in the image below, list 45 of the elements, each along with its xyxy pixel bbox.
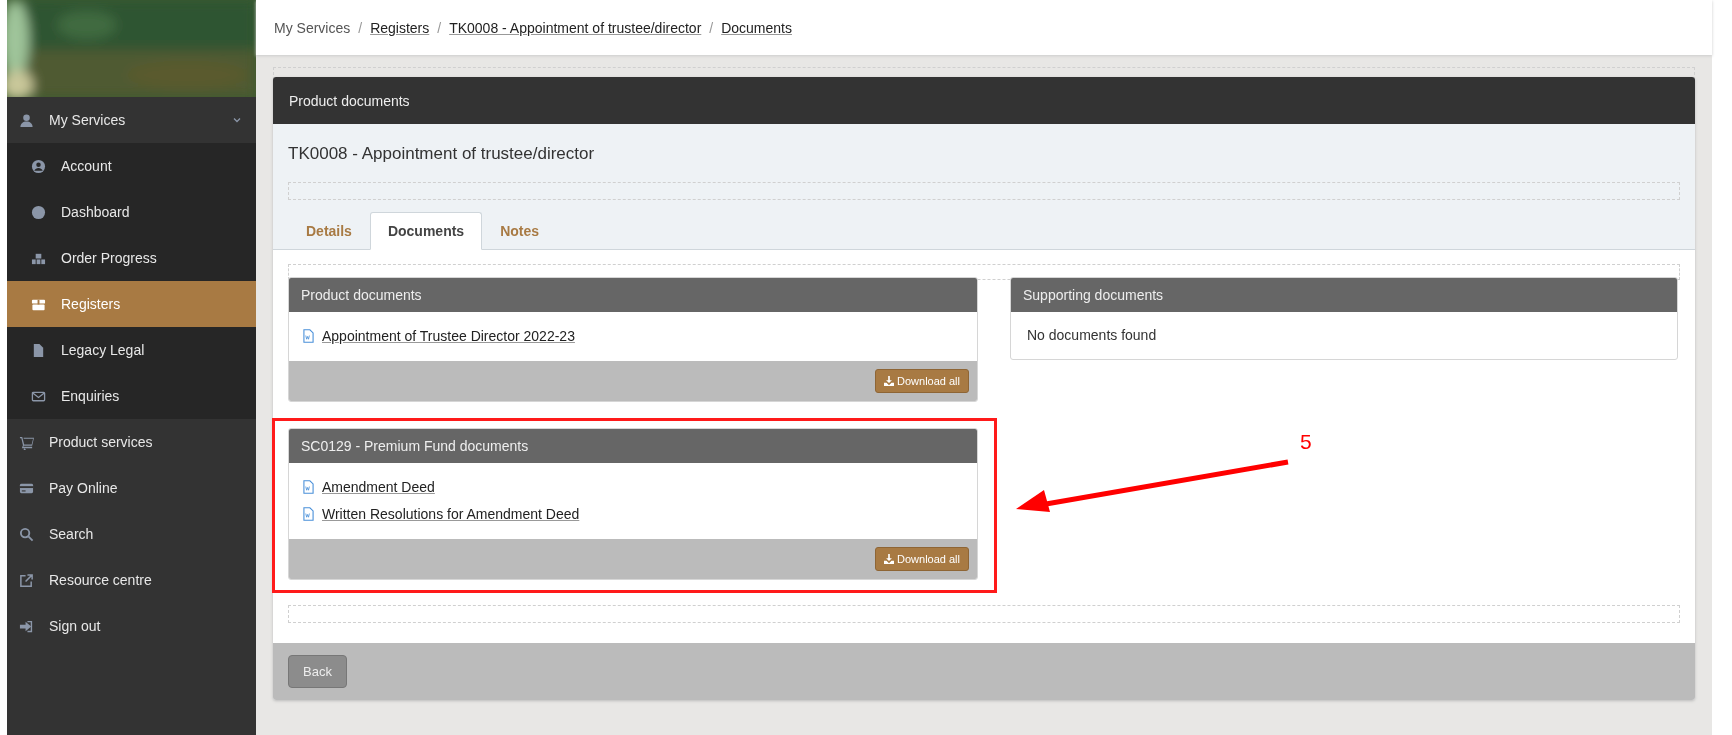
nav-icon	[19, 526, 34, 542]
breadcrumb-item[interactable]: My Services	[274, 19, 351, 36]
breadcrumb-item[interactable]: TK0008 - Appointment of trustee/director	[449, 19, 702, 36]
nav-item[interactable]: Dashboard	[7, 189, 256, 235]
nav-item[interactable]: Resource centre	[7, 557, 256, 603]
nav-item[interactable]: Search	[7, 511, 256, 557]
nav-item[interactable]: Account	[7, 143, 256, 189]
nav-icon	[31, 342, 46, 358]
record-title: TK0008 - Appointment of trustee/director	[288, 143, 596, 165]
document-link[interactable]: Amendment Deed	[322, 478, 435, 495]
nav-item[interactable]: Registers	[7, 281, 256, 327]
word-file-icon	[303, 328, 314, 343]
breadcrumb-separator: /	[709, 19, 714, 36]
nav-icon	[19, 618, 34, 634]
nav-item[interactable]: Product services	[7, 419, 256, 465]
breadcrumb-separator: /	[437, 19, 442, 36]
nav-icon	[19, 572, 34, 588]
download-all-button[interactable]: Download all	[875, 547, 969, 571]
word-file-icon	[303, 506, 314, 521]
nav-item[interactable]: Legacy Legal	[7, 327, 256, 373]
nav-item[interactable]: Pay Online	[7, 465, 256, 511]
panel-header: Supporting documents	[1011, 278, 1677, 312]
download-icon	[884, 376, 894, 386]
download-icon	[884, 554, 894, 564]
document-link[interactable]: Appointment of Trustee Director 2022-23	[322, 327, 575, 344]
card-header: Product documents	[273, 77, 1695, 124]
nav-icon	[31, 204, 46, 220]
breadcrumb-item[interactable]: Documents	[721, 19, 792, 36]
breadcrumb-item[interactable]: Registers	[370, 19, 430, 36]
annotation-number: 5	[1300, 430, 1312, 454]
nav-item[interactable]: Order Progress	[7, 235, 256, 281]
nav-icon	[19, 112, 34, 128]
word-file-icon	[303, 479, 314, 494]
nav-item[interactable]: Sign out	[7, 603, 256, 649]
breadcrumb-separator: /	[358, 19, 363, 36]
panel-header: Product documents	[289, 278, 977, 312]
nav-icon	[31, 158, 46, 174]
nav-item[interactable]: My Services	[7, 97, 256, 143]
panel-header: SC0129 - Premium Fund documents	[289, 429, 977, 463]
download-all-button[interactable]: Download all	[875, 369, 969, 393]
empty-message: No documents found	[1026, 326, 1158, 345]
nav-item[interactable]: Enquiries	[7, 373, 256, 419]
nav-icon	[19, 434, 34, 450]
tab[interactable]: Documents	[369, 212, 483, 250]
document-link[interactable]: Written Resolutions for Amendment Deed	[322, 505, 580, 522]
